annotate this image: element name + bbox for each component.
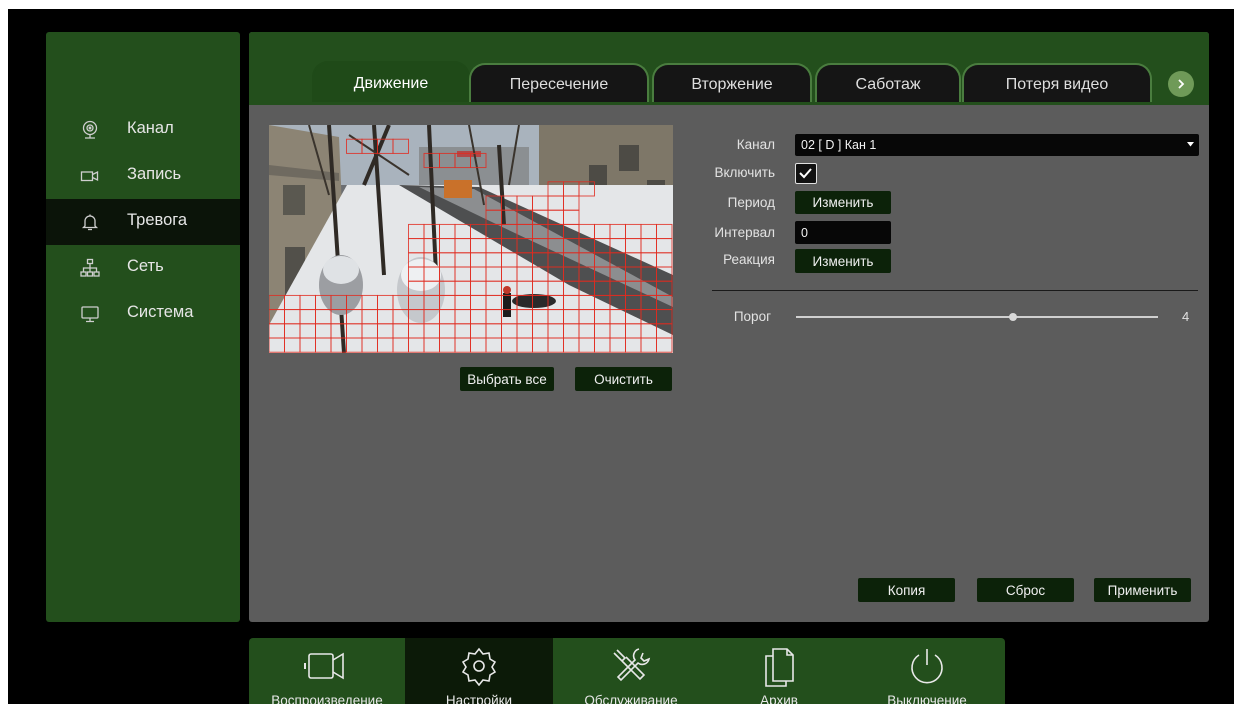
- interval-label: Интервал: [714, 225, 775, 240]
- reaction-label: Реакция: [723, 252, 775, 267]
- channel-select[interactable]: 02 [ D ] Кан 1: [795, 134, 1199, 156]
- reaction-edit-button[interactable]: Изменить: [795, 249, 891, 273]
- apply-button[interactable]: Применить: [1094, 578, 1191, 602]
- dock-label: Воспроизведение: [271, 693, 383, 704]
- tab-label: Пересечение: [509, 76, 609, 93]
- section-divider: [712, 290, 1198, 291]
- interval-value: 0: [801, 225, 808, 240]
- dock-maintenance[interactable]: Обслуживание: [553, 638, 709, 704]
- files-icon: [765, 648, 794, 687]
- sidebar-item-system[interactable]: Система: [46, 291, 240, 337]
- tab-motion[interactable]: Движение: [312, 61, 470, 105]
- sidebar-item-label: Система: [127, 303, 194, 321]
- threshold-value: 4: [1182, 309, 1190, 324]
- tab-video-loss[interactable]: Потеря видео: [962, 63, 1152, 105]
- threshold-slider-handle[interactable]: [1009, 313, 1018, 321]
- enable-label: Включить: [714, 165, 775, 180]
- dock-shutdown[interactable]: Выключение: [849, 638, 1005, 704]
- dock-label: Обслуживание: [584, 693, 678, 704]
- threshold-slider[interactable]: [796, 316, 1158, 318]
- network-icon: [80, 258, 100, 277]
- video-camera-icon: [80, 170, 99, 182]
- interval-input[interactable]: 0: [795, 221, 891, 244]
- webcam-icon: [82, 120, 98, 139]
- camera-preview[interactable]: [269, 125, 673, 353]
- tab-label: Движение: [353, 75, 429, 92]
- sidebar-item-label: Запись: [127, 165, 182, 183]
- sidebar-item-alarm[interactable]: Тревога: [46, 199, 240, 245]
- tab-intrusion[interactable]: Вторжение: [652, 63, 812, 105]
- sidebar: Канал Запись Тревога Сеть Система: [46, 32, 240, 622]
- tab-line-crossing[interactable]: Пересечение: [469, 63, 649, 105]
- tab-label: Потеря видео: [1005, 76, 1109, 93]
- threshold-label: Порог: [733, 309, 771, 324]
- bottom-dock: Воспроизведение Настройки Обслуживание А…: [249, 638, 1005, 704]
- dock-label: Настройки: [445, 693, 513, 704]
- sidebar-item-label: Сеть: [127, 257, 164, 275]
- checkmark-icon: [799, 168, 812, 179]
- select-all-button[interactable]: Выбрать все: [460, 367, 554, 391]
- tools-icon: [613, 648, 651, 682]
- channel-value: 02 [ D ] Кан 1: [801, 138, 877, 152]
- sidebar-item-channel[interactable]: Канал: [46, 107, 240, 153]
- chevron-right-icon: [1178, 79, 1185, 89]
- copy-button[interactable]: Копия: [858, 578, 955, 602]
- settings-panel: Движение Пересечение Вторжение Саботаж П…: [249, 32, 1209, 622]
- sidebar-item-network[interactable]: Сеть: [46, 245, 240, 291]
- clear-button[interactable]: Очистить: [575, 367, 672, 391]
- tab-next-button[interactable]: [1168, 71, 1194, 97]
- sidebar-item-label: Тревога: [127, 211, 188, 229]
- monitor-icon: [81, 306, 99, 323]
- period-label: Период: [727, 195, 775, 210]
- tab-label: Вторжение: [691, 76, 773, 93]
- tab-underline: [249, 102, 1209, 105]
- dock-label: Архив: [760, 693, 798, 704]
- chevron-down-icon: [1187, 142, 1194, 147]
- video-camera-icon: [304, 652, 344, 680]
- period-edit-button[interactable]: Изменить: [795, 191, 891, 214]
- bell-icon: [81, 214, 99, 231]
- channel-label: Канал: [736, 137, 775, 152]
- sidebar-item-record[interactable]: Запись: [46, 153, 240, 199]
- dock-settings[interactable]: Настройки: [405, 638, 553, 704]
- tab-label: Саботаж: [855, 76, 921, 93]
- dock-archive[interactable]: Архив: [709, 638, 849, 704]
- gear-icon: [461, 647, 497, 686]
- reset-button[interactable]: Сброс: [977, 578, 1074, 602]
- power-icon: [911, 649, 943, 684]
- dvr-screen: Канал Запись Тревога Сеть Система Движен…: [8, 9, 1234, 704]
- sidebar-item-label: Канал: [127, 119, 174, 137]
- tab-tampering[interactable]: Саботаж: [815, 63, 961, 105]
- dock-playback[interactable]: Воспроизведение: [249, 638, 405, 704]
- enable-checkbox[interactable]: [795, 163, 817, 184]
- dock-label: Выключение: [887, 693, 967, 704]
